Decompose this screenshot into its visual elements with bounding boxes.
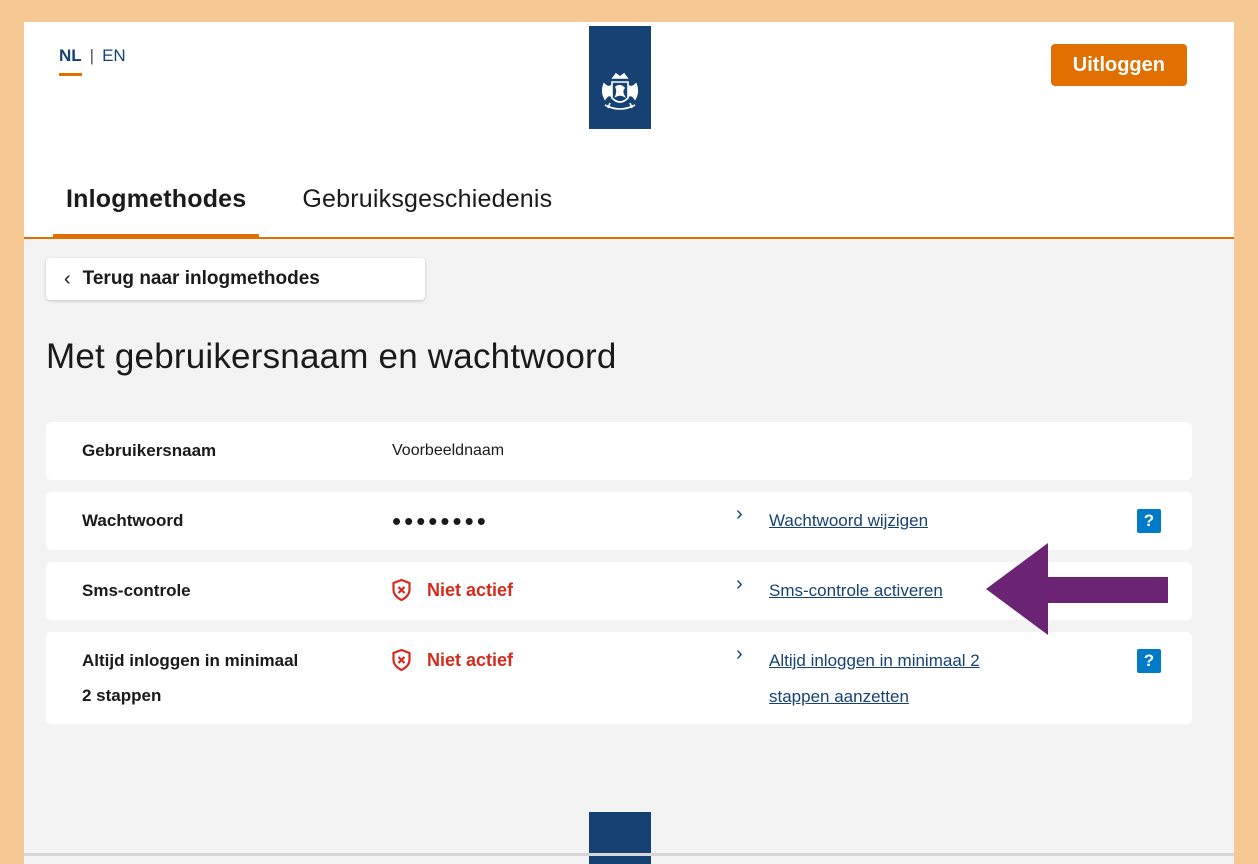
- row-wachtwoord: Wachtwoord •••••••• › Wachtwoord wijzige…: [46, 492, 1192, 550]
- activate-sms-link-wrap: › Sms-controle activeren: [736, 573, 943, 609]
- row-label-line1: Altijd inloggen in minimaal: [82, 651, 299, 670]
- app-frame: NL | EN Uitloggen Inlogmethodes Gebruiks: [24, 22, 1234, 864]
- help-icon[interactable]: ?: [1137, 509, 1161, 533]
- rijksoverheid-logo: [589, 26, 651, 129]
- status-not-active: Niet actief: [392, 579, 513, 601]
- change-password-link[interactable]: Wachtwoord wijzigen: [769, 503, 928, 539]
- row-label: Altijd inloggen in minimaal 2 stappen: [82, 643, 298, 713]
- page-title: Met gebruikersnaam en wachtwoord: [46, 337, 617, 376]
- change-password-link-wrap: › Wachtwoord wijzigen: [736, 503, 928, 539]
- row-label-line2: 2 stappen: [82, 686, 162, 705]
- row-label: Wachtwoord: [82, 511, 184, 530]
- chevron-right-icon: ›: [736, 503, 743, 525]
- enable-two-step-link-wrap: › Altijd inloggen in minimaal 2 stappen …: [736, 643, 980, 715]
- language-separator: |: [89, 46, 95, 65]
- activate-sms-link[interactable]: Sms-controle activeren: [769, 573, 943, 609]
- tab-gebruiksgeschiedenis[interactable]: Gebruiksgeschiedenis: [289, 177, 565, 237]
- tab-bar: Inlogmethodes Gebruiksgeschiedenis: [53, 177, 565, 237]
- back-button[interactable]: ‹ Terug naar inlogmethodes: [46, 258, 425, 300]
- pointing-arrow-icon: [986, 543, 1168, 635]
- coat-of-arms-icon: [601, 72, 639, 110]
- help-icon[interactable]: ?: [1137, 649, 1161, 673]
- row-label: Sms-controle: [82, 581, 191, 600]
- enable-two-step-link[interactable]: Altijd inloggen in minimaal 2 stappen aa…: [769, 643, 980, 715]
- status-label: Niet actief: [427, 579, 514, 600]
- status-not-active: Niet actief: [392, 649, 513, 671]
- row-two-step: Altijd inloggen in minimaal 2 stappen Ni…: [46, 632, 1192, 724]
- tab-inlogmethodes[interactable]: Inlogmethodes: [53, 177, 260, 237]
- chevron-left-icon: ‹: [64, 267, 71, 290]
- link-line2: stappen aanzetten: [769, 687, 909, 706]
- shield-x-icon: [392, 649, 411, 671]
- username-value: Voorbeeldnaam: [392, 442, 505, 459]
- chevron-right-icon: ›: [736, 573, 743, 595]
- status-label: Niet actief: [427, 649, 514, 670]
- chevron-right-icon: ›: [736, 643, 743, 665]
- back-button-label: Terug naar inlogmethodes: [82, 268, 320, 289]
- header: NL | EN Uitloggen Inlogmethodes Gebruiks: [24, 22, 1234, 239]
- row-gebruikersnaam: Gebruikersnaam Voorbeeldnaam: [46, 422, 1192, 480]
- link-line1: Altijd inloggen in minimaal 2: [769, 651, 980, 670]
- language-en[interactable]: EN: [102, 46, 126, 66]
- footer-divider: [24, 853, 1234, 856]
- language-switcher: NL | EN: [59, 46, 126, 76]
- footer-logo-block: [589, 812, 651, 864]
- password-masked-value: ••••••••: [392, 506, 489, 536]
- shield-x-icon: [392, 579, 411, 601]
- logout-button[interactable]: Uitloggen: [1050, 44, 1187, 86]
- language-nl[interactable]: NL: [59, 46, 82, 76]
- row-label: Gebruikersnaam: [82, 441, 217, 460]
